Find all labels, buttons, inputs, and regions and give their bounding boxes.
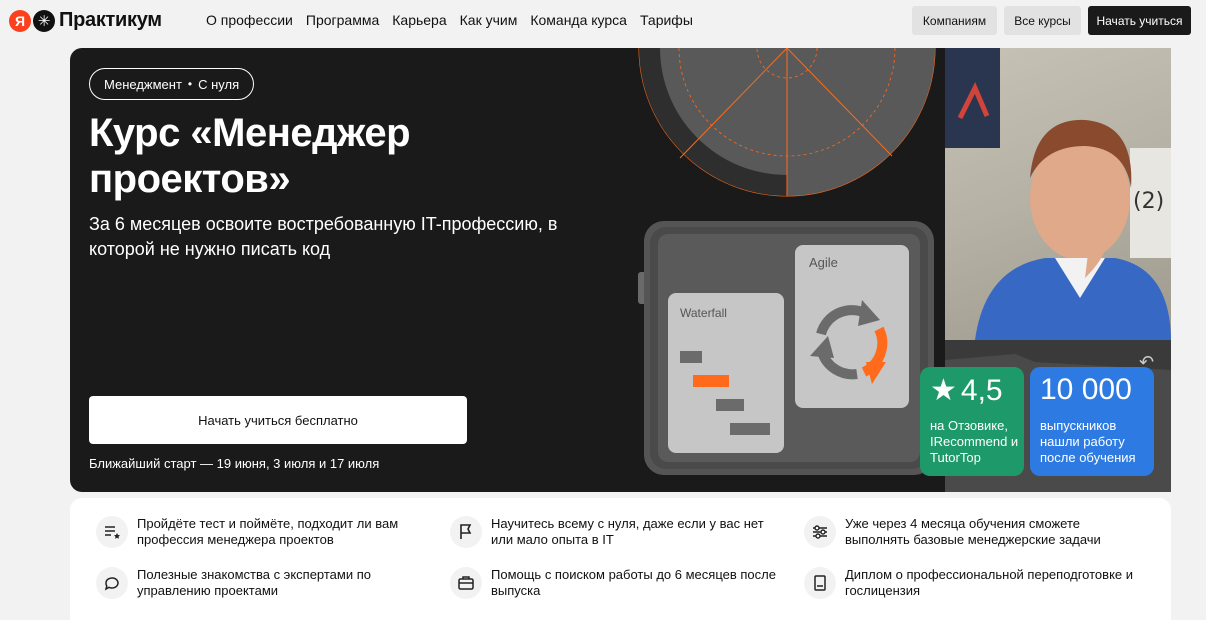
course-illustration: Agile Waterfall [638,48,936,475]
page-title: Курс «Менеджер проектов» [89,111,411,201]
tag-level: С нуля [198,76,240,92]
site-header: Я ✳ Практикум О профессии Программа Карь… [0,0,1206,42]
graduates-caption: выпускников нашли работу после обучения [1040,418,1136,465]
nav-item-about[interactable]: О профессии [206,12,293,28]
svg-text:(2): (2) [1133,189,1164,214]
rating-caption: на Отзовике, IRecommend и TutorTop [930,418,1019,465]
feature-item: Уже через 4 месяца обучения сможете выпо… [804,516,1135,548]
book-icon [804,567,836,599]
nav-item-pricing[interactable]: Тарифы [640,12,693,28]
feature-item: Пройдёте тест и поймёте, подходит ли вам… [96,516,427,548]
feature-text: Полезные знакомства с экспертами по упра… [137,567,371,598]
feature-text: Пройдёте тест и поймёте, подходит ли вам… [137,516,399,547]
logo-text: Практикум [59,9,162,31]
chat-icon [96,567,128,599]
waterfall-card-label: Waterfall [680,306,727,320]
features-panel: Пройдёте тест и поймёте, подходит ли вам… [70,498,1171,620]
hero-banner: Менеджмент • С нуля Курс «Менеджер проек… [70,48,1171,492]
rating-value: 4,5 [960,373,1003,407]
all-courses-button[interactable]: Все курсы [1004,6,1081,35]
flag-icon [450,516,482,548]
nav-item-program[interactable]: Программа [306,12,379,28]
feature-text: Помощь с поиском работы до 6 месяцев пос… [491,567,776,598]
logo[interactable]: Я ✳ Практикум [9,9,162,32]
next-start-dates: Ближайший старт — 19 июня, 3 июля и 17 и… [89,456,380,471]
feature-item: Научитесь всему с нуля, даже если у вас … [450,516,781,548]
yandex-logo-icon: Я [9,9,31,32]
nav-item-how-we-teach[interactable]: Как учим [460,12,518,28]
sliders-icon [804,516,836,548]
main-nav: О профессии Программа Карьера Как учим К… [206,12,693,28]
nav-item-team[interactable]: Команда курса [530,12,627,28]
briefcase-icon [450,567,482,599]
hero-subtitle: За 6 месяцев освоите востребованную IT-п… [89,214,558,259]
list-star-icon [96,516,128,548]
feature-item: Диплом о профессиональной переподготовке… [804,567,1135,599]
student-photo: (2) [945,48,1171,340]
feature-item: Помощь с поиском работы до 6 месяцев пос… [450,567,781,599]
rating-badge: ★ 4,5 на Отзовике, IRecommend и TutorTop [920,367,1024,476]
feature-text: Научитесь всему с нуля, даже если у вас … [491,516,764,547]
tag-separator: • [187,77,193,91]
agile-card-label: Agile [809,255,838,270]
feature-item: Полезные знакомства с экспертами по упра… [96,567,427,599]
start-learning-button[interactable]: Начать учиться [1088,6,1191,35]
asterisk-logo-icon: ✳ [33,9,55,32]
course-tag: Менеджмент • С нуля [89,68,255,100]
companies-button[interactable]: Компаниям [912,6,997,35]
graduates-value: 10 000 [1040,373,1132,406]
tag-category: Менеджмент [104,76,182,92]
feature-text: Уже через 4 месяца обучения сможете выпо… [845,516,1101,547]
graduates-badge: 10 000 выпускников нашли работу после об… [1030,367,1154,476]
star-icon: ★ [930,374,957,407]
feature-text: Диплом о профессиональной переподготовке… [845,567,1134,598]
start-free-button[interactable]: Начать учиться бесплатно [89,396,467,444]
nav-item-career[interactable]: Карьера [392,12,446,28]
